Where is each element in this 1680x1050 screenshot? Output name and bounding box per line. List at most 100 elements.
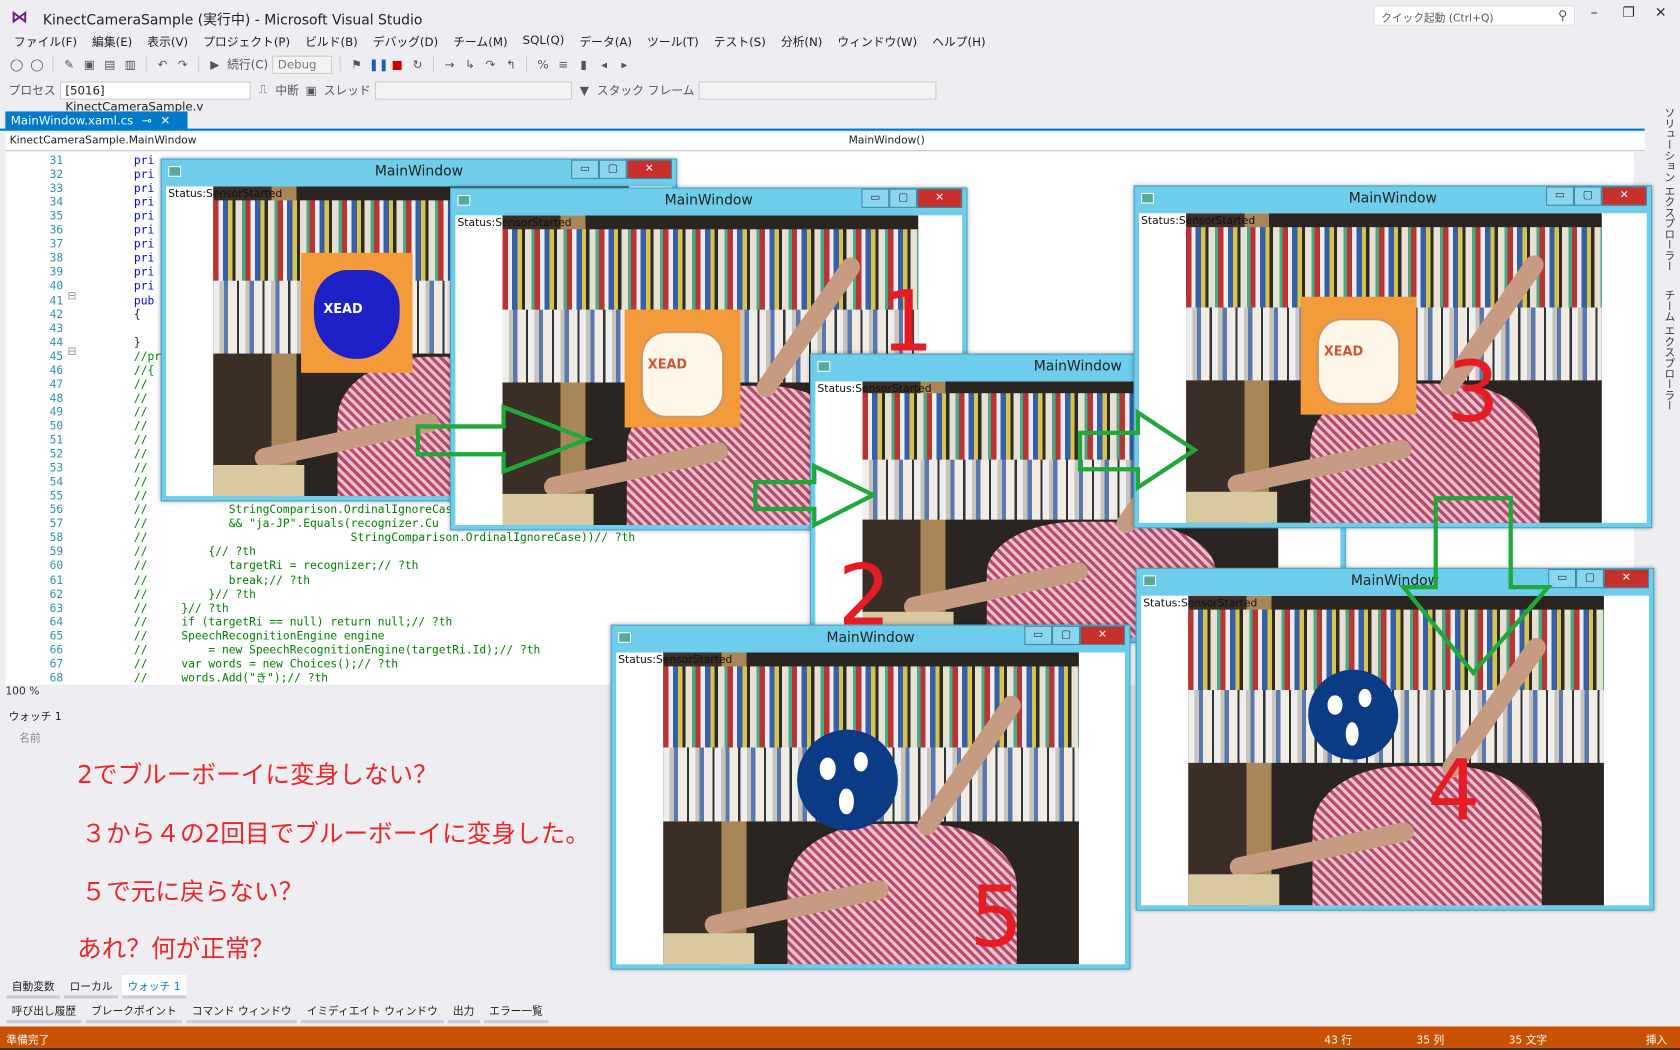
window-close-button[interactable]: ✕ xyxy=(1601,186,1647,206)
debug-tab[interactable]: ウォッチ 1 xyxy=(122,975,186,999)
process-dropdown[interactable]: [5016] KinectCameraSample.v xyxy=(60,80,251,113)
menu-item[interactable]: ツール(T) xyxy=(640,33,707,50)
window-maximize-button[interactable]: ▢ xyxy=(598,159,627,179)
zoom-level[interactable]: 100 % xyxy=(5,686,39,698)
tool-window-tab[interactable]: エラー一覧 xyxy=(483,1000,549,1024)
step-over-icon[interactable]: ↷ xyxy=(482,57,498,71)
back-icon[interactable]: ◯ xyxy=(9,57,25,71)
xead-label: XEAD xyxy=(647,356,688,372)
bookmark-prev-icon[interactable]: ◂ xyxy=(596,57,612,71)
window-maximize-button[interactable]: ▢ xyxy=(1576,568,1604,589)
window-maximize-button[interactable]: ▢ xyxy=(1573,186,1602,206)
step-out-icon[interactable]: ↰ xyxy=(503,57,519,71)
window-minimize-button[interactable]: ▭ xyxy=(1024,625,1053,646)
window-close-button[interactable]: ✕ xyxy=(626,159,672,179)
tool-window-tab[interactable]: ブレークポイント xyxy=(85,1000,183,1024)
code-text: // xyxy=(133,489,148,503)
new-project-icon[interactable]: ✎ xyxy=(61,57,77,71)
continue-button[interactable]: 続行(C) xyxy=(227,56,268,73)
suspend-icon[interactable]: ⎍ xyxy=(255,83,271,98)
side-tab-solution-explorer[interactable]: ソリューション エクスプローラー xyxy=(1662,107,1674,271)
side-tool-tabs: ソリューション エクスプローラー チーム エクスプローラー xyxy=(1656,107,1675,536)
thread-dropdown[interactable] xyxy=(375,80,573,100)
debug-tab[interactable]: 自動変数 xyxy=(6,975,61,999)
code-text: // StringComparison.OrdinalIgnoreCase xyxy=(133,503,460,517)
tab-close-icon[interactable]: ✕ xyxy=(160,114,170,128)
menu-item[interactable]: テスト(S) xyxy=(706,33,773,50)
line-number: 64 xyxy=(49,615,64,629)
show-next-statement-icon[interactable]: → xyxy=(442,57,458,71)
menu-item[interactable]: 編集(E) xyxy=(85,33,140,50)
redo-icon[interactable]: ↷ xyxy=(175,57,191,71)
threads-icon[interactable]: ≡ xyxy=(555,57,571,71)
menu-item[interactable]: チーム(M) xyxy=(446,33,515,50)
menu-item[interactable]: SQL(Q) xyxy=(515,33,572,50)
watch-name-column: 名前 xyxy=(19,732,41,745)
bookmark-icon[interactable]: ▮ xyxy=(576,57,592,71)
pin-icon[interactable]: ⊸ xyxy=(142,114,152,128)
menu-item[interactable]: デバッグ(D) xyxy=(365,33,445,50)
window-minimize-button[interactable]: ▭ xyxy=(1546,186,1574,206)
open-icon[interactable]: ▣ xyxy=(81,57,97,71)
annotation-note: ５で元に戻らない？ xyxy=(81,878,304,907)
window-maximize-button[interactable]: ▢ xyxy=(889,188,918,208)
close-button[interactable]: ✕ xyxy=(1650,5,1671,21)
stack-frame-dropdown[interactable] xyxy=(698,80,937,100)
collapse-toggle-icon[interactable]: ⊟ xyxy=(68,346,77,358)
menu-item[interactable]: ファイル(F) xyxy=(6,33,84,50)
bookmark-next-icon[interactable]: ▸ xyxy=(616,57,632,71)
side-tab-team-explorer[interactable]: チーム エクスプローラー xyxy=(1662,290,1674,411)
undo-icon[interactable]: ↶ xyxy=(154,57,170,71)
menu-item[interactable]: 表示(V) xyxy=(140,33,196,50)
tab-mainwindow-xaml-cs[interactable]: MainWindow.xaml.cs ⊸ ✕ xyxy=(5,111,188,130)
window-minimize-button[interactable]: ▭ xyxy=(571,159,599,179)
window-close-button[interactable]: ✕ xyxy=(917,188,963,208)
hex-icon[interactable]: % xyxy=(535,57,551,71)
watch-title: ウォッチ 1 xyxy=(8,711,62,724)
search-icon: ⚲ xyxy=(1558,7,1568,23)
tool-window-tab[interactable]: イミディエイト ウィンドウ xyxy=(301,1000,444,1024)
menu-item[interactable]: データ(A) xyxy=(572,33,640,50)
filter-icon[interactable]: ▼ xyxy=(576,83,592,97)
class-dropdown[interactable]: KinectCameraSample.MainWindow xyxy=(10,135,197,147)
kinect-main-window[interactable]: MainWindow▭▢✕Status:SensorStarted xyxy=(610,624,1131,970)
forward-icon[interactable]: ◯ xyxy=(29,57,45,71)
continue-icon[interactable]: ▶ xyxy=(207,57,223,71)
window-minimize-button[interactable]: ▭ xyxy=(1548,568,1577,589)
debug-tab[interactable]: ローカル xyxy=(64,975,118,999)
config-dropdown[interactable]: Debug xyxy=(272,55,333,74)
restart-icon[interactable]: ↻ xyxy=(410,57,426,71)
menu-item[interactable]: プロジェクト(P) xyxy=(196,33,298,50)
save-icon[interactable]: ▤ xyxy=(102,57,118,71)
menu-item[interactable]: ウィンドウ(W) xyxy=(830,33,925,50)
code-text: // SpeechRecognitionEngine engine xyxy=(133,629,385,643)
window-close-button[interactable]: ✕ xyxy=(1080,625,1126,646)
window-close-button[interactable]: ✕ xyxy=(1603,568,1649,589)
stop-icon[interactable]: ■ xyxy=(389,57,405,71)
quick-launch-input[interactable]: クイック起動 (Ctrl+Q) ⚲ xyxy=(1373,5,1576,26)
tool-window-tab[interactable]: コマンド ウィンドウ xyxy=(186,1000,297,1024)
code-text: //pr xyxy=(133,350,162,363)
collapse-toggle-icon[interactable]: ⊟ xyxy=(68,290,77,302)
menu-item[interactable]: ビルド(B) xyxy=(298,33,366,50)
code-line: 59 // {// ?th xyxy=(5,546,1612,560)
attach-icon[interactable]: ⚑ xyxy=(348,57,364,71)
tool-window-tab[interactable]: 出力 xyxy=(447,1000,480,1024)
restore-button[interactable]: ❐ xyxy=(1618,5,1639,21)
save-all-icon[interactable]: ▥ xyxy=(122,57,138,71)
kinect-main-window[interactable]: MainWindow▭▢✕Status:SensorStarted xyxy=(1135,567,1655,911)
menu-item[interactable]: 分析(N) xyxy=(773,33,830,50)
thread-icon[interactable]: ▣ xyxy=(303,83,319,97)
menu-item[interactable]: ヘルプ(H) xyxy=(925,33,993,50)
sensor-status-label: Status:SensorStarted xyxy=(1141,215,1256,228)
member-dropdown[interactable]: MainWindow() xyxy=(849,135,925,147)
kinect-main-window[interactable]: MainWindow ▭ ▢ ✕ Status:SensorStarted XEAD xyxy=(1133,185,1653,529)
step-into-icon[interactable]: ↳ xyxy=(462,57,478,71)
window-maximize-button[interactable]: ▢ xyxy=(1052,625,1081,646)
pause-icon[interactable]: ❚❚ xyxy=(369,57,389,71)
tool-window-tab[interactable]: 呼び出し履歴 xyxy=(6,1000,82,1024)
window-minimize-button[interactable]: ▭ xyxy=(861,188,890,208)
line-number: 41 xyxy=(49,294,64,307)
suspend-button[interactable]: 中断 xyxy=(275,81,299,98)
minimize-button[interactable]: – xyxy=(1584,5,1605,21)
